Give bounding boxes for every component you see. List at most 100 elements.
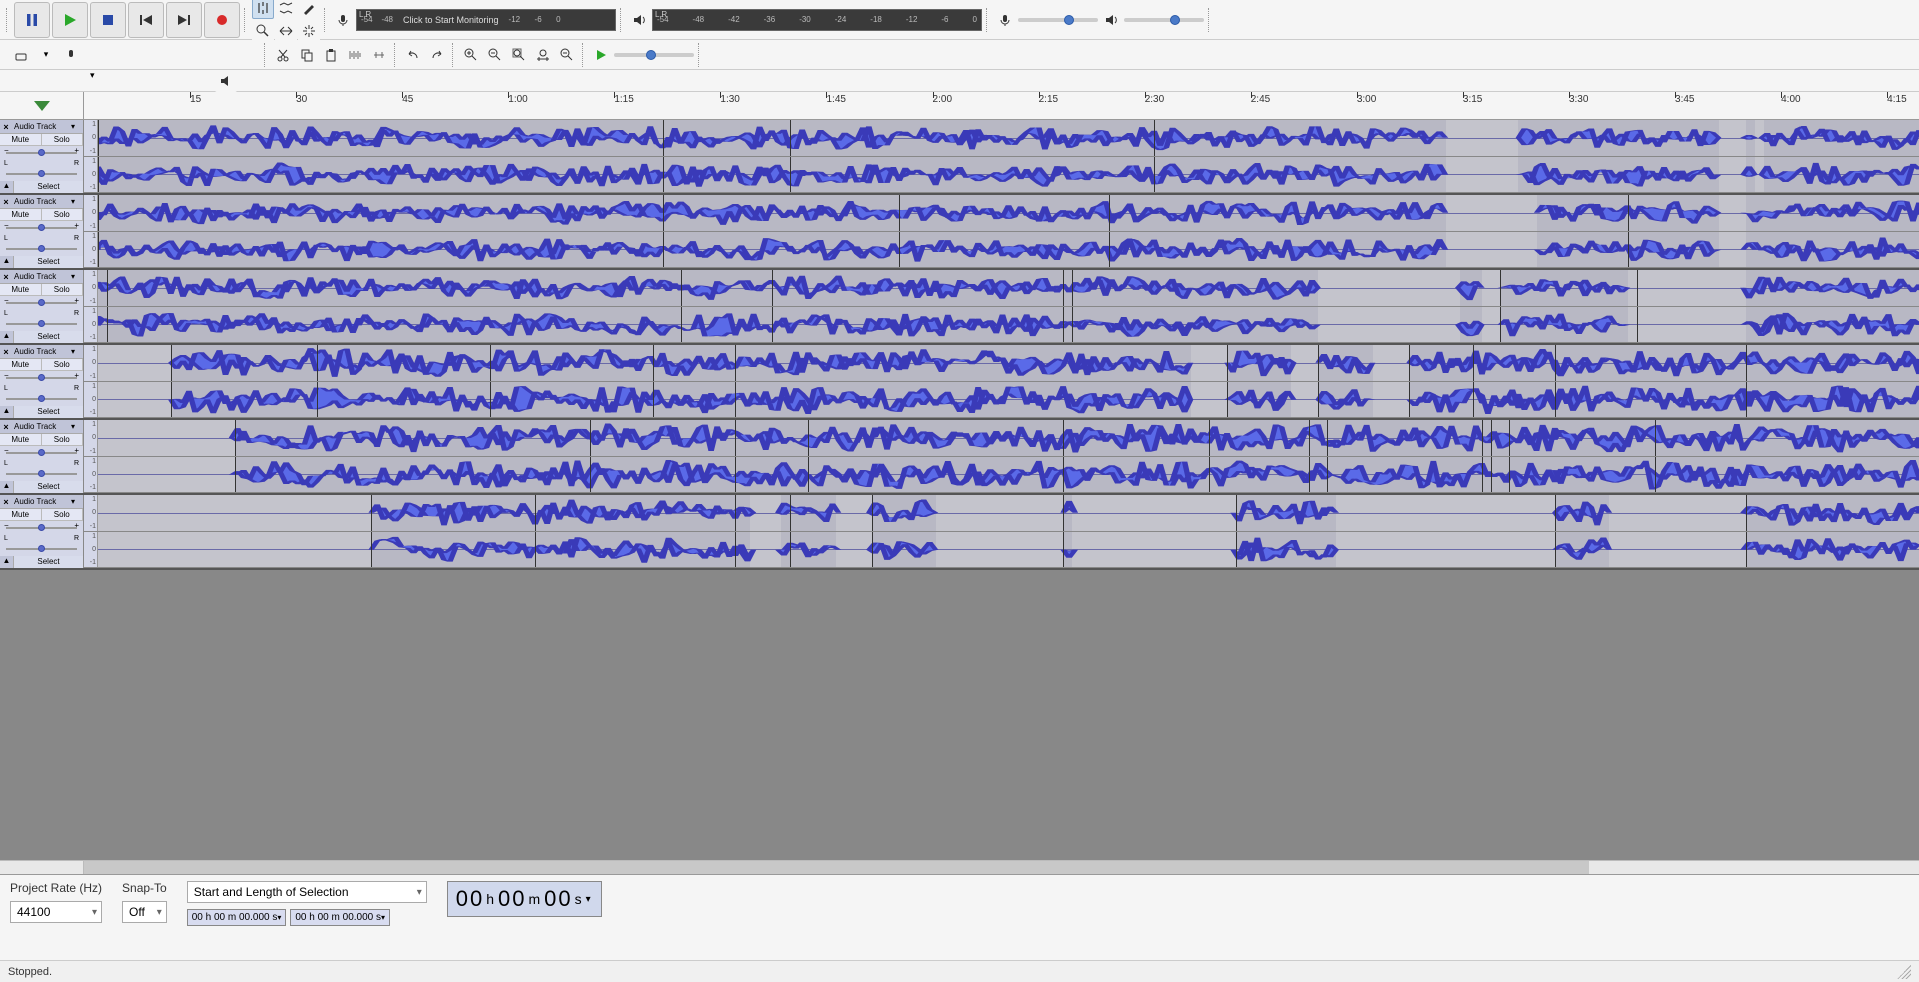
waveform-channel[interactable]: 10-1: [84, 232, 1919, 269]
waveform-channel[interactable]: 10-1: [84, 345, 1919, 382]
pause-button[interactable]: [14, 2, 50, 38]
clip-boundary[interactable]: [535, 532, 536, 568]
track-pan-slider[interactable]: [0, 392, 83, 406]
track-waveform-area[interactable]: 10-110-1: [84, 120, 1919, 193]
clip-boundary[interactable]: [1500, 270, 1501, 306]
rec-meter-icon[interactable]: [332, 9, 354, 31]
clip-boundary[interactable]: [1655, 457, 1656, 493]
tracks-area[interactable]: × Audio Track ▾ Mute Solo − + LR ▲ Selec…: [0, 120, 1919, 860]
clip-boundary[interactable]: [98, 232, 99, 268]
clip-boundary[interactable]: [681, 307, 682, 343]
track-select-button[interactable]: Select: [14, 181, 83, 193]
clip-boundary[interactable]: [490, 345, 491, 381]
project-rate-select[interactable]: 44100: [10, 901, 102, 923]
track-select-button[interactable]: Select: [14, 406, 83, 418]
stop-button[interactable]: [90, 2, 126, 38]
clip-boundary[interactable]: [1491, 457, 1492, 493]
waveform-channel[interactable]: 10-1: [84, 382, 1919, 419]
waveform-channel[interactable]: 10-1: [84, 307, 1919, 344]
clip-boundary[interactable]: [790, 532, 791, 568]
track-gain-slider[interactable]: − +: [0, 446, 83, 460]
waveform-channel[interactable]: 10-1: [84, 120, 1919, 157]
track-pan-slider[interactable]: [0, 542, 83, 556]
silence-button[interactable]: [368, 44, 390, 66]
clip-boundary[interactable]: [1555, 345, 1556, 381]
clip-boundary[interactable]: [1482, 420, 1483, 456]
track-mute-button[interactable]: Mute: [0, 284, 42, 295]
clip-boundary[interactable]: [1491, 420, 1492, 456]
track-gain-slider[interactable]: − +: [0, 521, 83, 535]
track-gain-slider[interactable]: − +: [0, 146, 83, 160]
track-select-button[interactable]: Select: [14, 556, 83, 568]
clip-boundary[interactable]: [735, 532, 736, 568]
clip-boundary[interactable]: [235, 420, 236, 456]
waveform-channel[interactable]: 10-1: [84, 457, 1919, 494]
clip-boundary[interactable]: [1555, 382, 1556, 418]
track-close-button[interactable]: ×: [0, 271, 12, 283]
clip-boundary[interactable]: [663, 120, 664, 156]
clip-boundary[interactable]: [1473, 345, 1474, 381]
track-collapse-button[interactable]: ▲: [0, 406, 14, 418]
track-waveform-area[interactable]: 10-110-1: [84, 420, 1919, 493]
timeshift-tool[interactable]: [275, 20, 297, 42]
track-select-button[interactable]: Select: [14, 256, 83, 268]
clip-boundary[interactable]: [1227, 345, 1228, 381]
track-name-label[interactable]: Audio Track: [12, 347, 71, 356]
track-name-label[interactable]: Audio Track: [12, 197, 71, 206]
clip-boundary[interactable]: [735, 382, 736, 418]
track-waveform-area[interactable]: 10-110-1: [84, 195, 1919, 268]
recording-meter[interactable]: L R -54 -48 Click to Start Monitoring -1…: [356, 9, 616, 31]
clip-boundary[interactable]: [1473, 382, 1474, 418]
clip-boundary[interactable]: [653, 345, 654, 381]
play-speed-slider[interactable]: [614, 53, 694, 57]
clip-boundary[interactable]: [872, 495, 873, 531]
clip-boundary[interactable]: [317, 345, 318, 381]
track-waveform-area[interactable]: 10-110-1: [84, 495, 1919, 568]
zoom-out-button[interactable]: [484, 44, 506, 66]
monitoring-prompt[interactable]: Click to Start Monitoring: [403, 15, 499, 25]
track-collapse-button[interactable]: ▲: [0, 331, 14, 343]
trim-button[interactable]: [344, 44, 366, 66]
clip-boundary[interactable]: [1063, 307, 1064, 343]
clip-boundary[interactable]: [1555, 495, 1556, 531]
timeline-quick-play[interactable]: [0, 92, 84, 119]
track-collapse-button[interactable]: ▲: [0, 481, 14, 493]
clip-boundary[interactable]: [1309, 457, 1310, 493]
clip-boundary[interactable]: [1063, 457, 1064, 493]
clip-boundary[interactable]: [1746, 382, 1747, 418]
clip-boundary[interactable]: [808, 457, 809, 493]
clip-boundary[interactable]: [735, 457, 736, 493]
clip-boundary[interactable]: [899, 232, 900, 268]
track-solo-button[interactable]: Solo: [42, 134, 84, 145]
fit-selection-button[interactable]: [508, 44, 530, 66]
track-collapse-button[interactable]: ▲: [0, 556, 14, 568]
track-pan-slider[interactable]: [0, 317, 83, 331]
clip-boundary[interactable]: [790, 495, 791, 531]
track-select-button[interactable]: Select: [14, 481, 83, 493]
clip-boundary[interactable]: [772, 270, 773, 306]
track-menu-button[interactable]: ▾: [71, 497, 83, 506]
track-collapse-button[interactable]: ▲: [0, 256, 14, 268]
clip-boundary[interactable]: [1628, 232, 1629, 268]
clip-boundary[interactable]: [371, 495, 372, 531]
track-menu-button[interactable]: ▾: [71, 422, 83, 431]
track-gain-slider[interactable]: − +: [0, 221, 83, 235]
waveform-channel[interactable]: 10-1: [84, 157, 1919, 194]
clip-boundary[interactable]: [772, 307, 773, 343]
track-pan-slider[interactable]: [0, 167, 83, 181]
clip-boundary[interactable]: [1409, 345, 1410, 381]
fit-project-button[interactable]: [532, 44, 554, 66]
track-solo-button[interactable]: Solo: [42, 209, 84, 220]
track-solo-button[interactable]: Solo: [42, 284, 84, 295]
clip-boundary[interactable]: [98, 195, 99, 231]
playback-meter[interactable]: L R -54 -48 -42 -36 -30 -24 -18 -12 -6 0: [652, 9, 982, 31]
clip-boundary[interactable]: [1327, 420, 1328, 456]
track-close-button[interactable]: ×: [0, 196, 12, 208]
clip-boundary[interactable]: [317, 382, 318, 418]
audio-setup-icon[interactable]: [10, 44, 32, 66]
clip-boundary[interactable]: [1154, 120, 1155, 156]
track-close-button[interactable]: ×: [0, 121, 12, 133]
clip-boundary[interactable]: [107, 307, 108, 343]
clip-boundary[interactable]: [98, 120, 99, 156]
clip-boundary[interactable]: [1072, 270, 1073, 306]
